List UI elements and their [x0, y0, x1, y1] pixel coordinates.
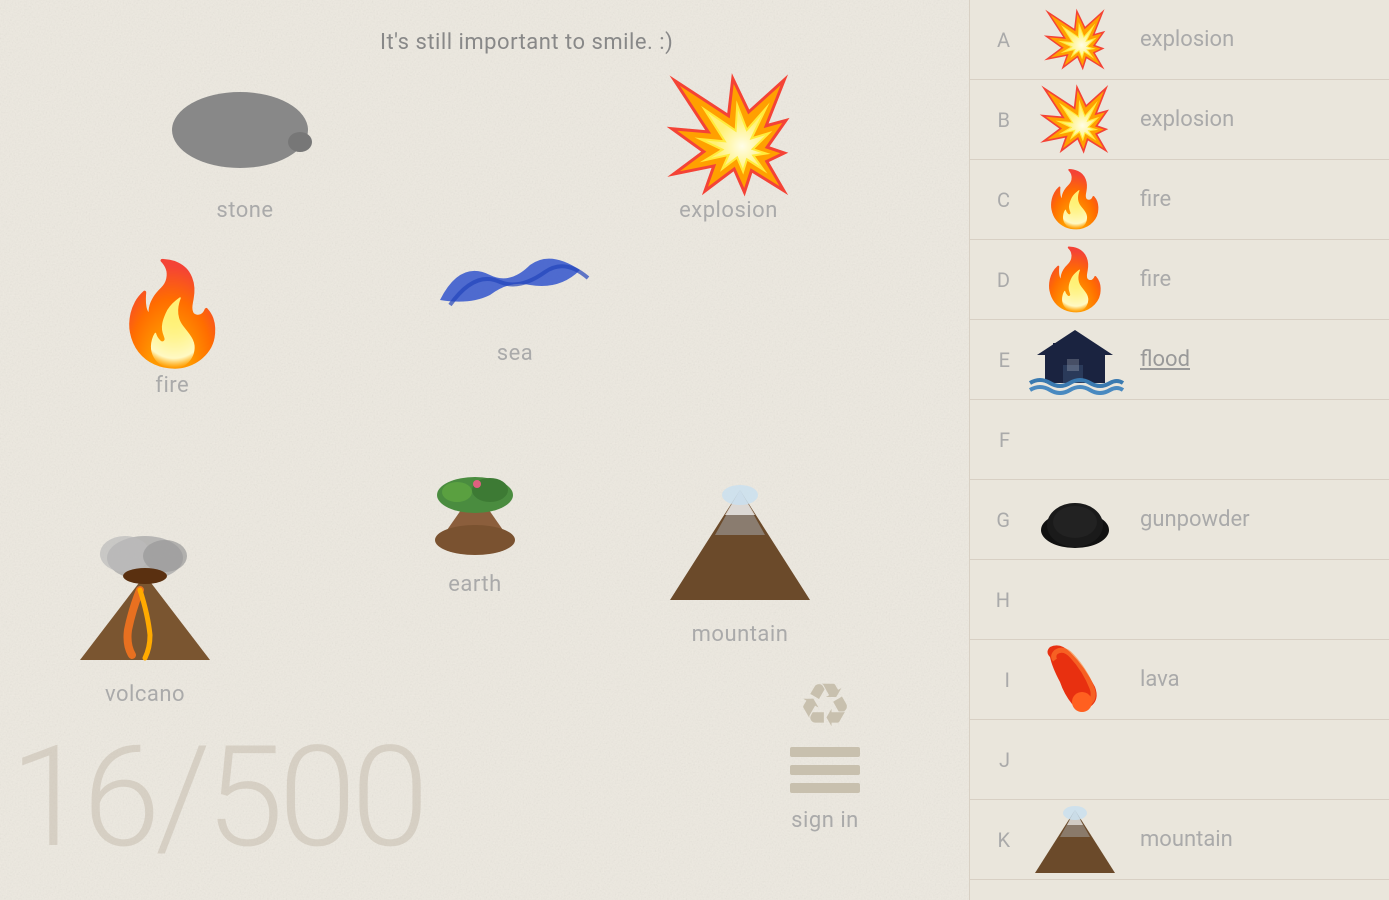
sea-icon	[430, 240, 600, 333]
sidebar-row-d[interactable]: D 🔥 fire	[970, 240, 1389, 320]
sidebar-row-a[interactable]: A 💥 explosion	[970, 0, 1389, 80]
sidebar-label-g: gunpowder	[1140, 507, 1250, 532]
sea-item[interactable]: sea	[430, 240, 600, 366]
stone-icon	[170, 80, 320, 190]
sidebar-row-g[interactable]: G gunpowder	[970, 480, 1389, 560]
sidebar-label-b: explosion	[1140, 107, 1234, 132]
sidebar-letter-h: H	[980, 588, 1010, 612]
sidebar-row-c[interactable]: C 🔥 fire	[970, 160, 1389, 240]
sidebar-lava-icon-i	[1020, 642, 1130, 717]
explosion-item[interactable]: 💥 explosion	[660, 80, 797, 223]
sidebar-explosion-icon-a: 💥	[1020, 8, 1130, 72]
earth-label: earth	[448, 572, 501, 597]
sidebar-gunpowder-icon-g	[1020, 490, 1130, 550]
sidebar-mountain-icon-k	[1020, 805, 1130, 875]
stone-label: stone	[216, 198, 273, 223]
signin-label: sign in	[791, 808, 859, 833]
stone-item[interactable]: stone	[170, 80, 320, 223]
sidebar-row-b[interactable]: B 💥 explosion	[970, 80, 1389, 160]
tagline: It's still important to smile. :)	[380, 30, 673, 55]
sidebar-flood-icon-e	[1020, 325, 1130, 395]
sidebar-label-a: explosion	[1140, 27, 1234, 52]
sidebar-fire-icon-c: 🔥	[1020, 168, 1130, 232]
recycle-icon: ♻	[790, 670, 860, 740]
sidebar-letter-j: J	[980, 748, 1010, 772]
sidebar-letter-k: K	[980, 828, 1010, 852]
sidebar-label-e: flood	[1140, 347, 1190, 372]
sidebar-row-e[interactable]: E flood	[970, 320, 1389, 400]
sidebar-letter-f: F	[980, 428, 1010, 452]
sidebar-letter-i: I	[980, 668, 1010, 692]
sidebar-label-i: lava	[1140, 667, 1180, 692]
volcano-item[interactable]: volcano	[60, 530, 230, 707]
sidebar-label-c: fire	[1140, 187, 1171, 212]
sidebar-row-h[interactable]: H	[970, 560, 1389, 640]
sidebar-letter-d: D	[980, 268, 1010, 292]
sidebar-letter-b: B	[980, 108, 1010, 132]
sea-label: sea	[497, 341, 534, 366]
progress-counter: 16/500	[10, 716, 424, 880]
main-area: It's still important to smile. :) stone …	[0, 0, 970, 900]
mountain-item[interactable]: mountain	[660, 480, 820, 647]
signin-item[interactable]: ♻ sign in	[790, 670, 860, 833]
sidebar-label-k: mountain	[1140, 827, 1233, 852]
sidebar-row-i[interactable]: I lava	[970, 640, 1389, 720]
earth-icon	[415, 450, 535, 564]
explosion-icon: 💥	[660, 80, 797, 190]
sidebar-row-j[interactable]: J	[970, 720, 1389, 800]
fire-item[interactable]: 🔥 fire	[110, 265, 235, 398]
sidebar-row-f[interactable]: F	[970, 400, 1389, 480]
hamburger-menu-icon	[790, 740, 860, 800]
sidebar-letter-a: A	[980, 28, 1010, 52]
fire-icon: 🔥	[110, 265, 235, 365]
fire-label: fire	[155, 373, 189, 398]
sidebar-letter-c: C	[980, 188, 1010, 212]
mountain-icon	[660, 480, 820, 614]
sidebar: A 💥 explosion B 💥 explosion C 🔥 fire D 🔥…	[969, 0, 1389, 900]
volcano-icon	[60, 530, 230, 674]
explosion-label: explosion	[679, 198, 778, 223]
sidebar-label-d: fire	[1140, 267, 1171, 292]
mountain-label: mountain	[692, 622, 789, 647]
sidebar-explosion-icon-b: 💥	[1020, 83, 1130, 156]
sidebar-letter-g: G	[980, 508, 1010, 532]
earth-item[interactable]: earth	[415, 450, 535, 597]
sidebar-fire-icon-d: 🔥	[1020, 244, 1130, 315]
sidebar-row-k[interactable]: K mountain	[970, 800, 1389, 880]
sidebar-letter-e: E	[980, 348, 1010, 372]
volcano-label: volcano	[105, 682, 185, 707]
